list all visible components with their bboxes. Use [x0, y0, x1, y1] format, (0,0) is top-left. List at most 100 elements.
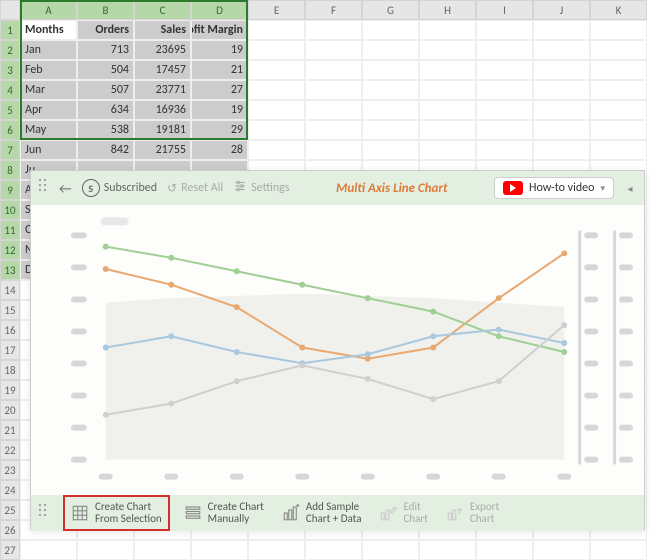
cell[interactable]: 16936 [134, 100, 191, 120]
cell[interactable] [248, 540, 305, 560]
cell[interactable] [362, 40, 419, 60]
cell[interactable]: Sales [134, 20, 191, 40]
cell[interactable] [476, 80, 533, 100]
row-header[interactable]: 15 [0, 300, 20, 320]
cell[interactable] [590, 40, 647, 60]
cell[interactable] [305, 100, 362, 120]
cell[interactable] [248, 60, 305, 80]
cell[interactable]: 19 [191, 40, 248, 60]
cell[interactable]: 21755 [134, 140, 191, 160]
cell[interactable] [476, 20, 533, 40]
cell[interactable] [362, 80, 419, 100]
column-header[interactable]: F [305, 0, 362, 20]
cell[interactable]: 23695 [134, 40, 191, 60]
cell[interactable] [362, 100, 419, 120]
row-header[interactable]: 25 [0, 500, 20, 520]
cell[interactable] [305, 80, 362, 100]
cell[interactable] [419, 100, 476, 120]
column-header[interactable]: A [20, 0, 77, 20]
row-header[interactable]: 5 [0, 100, 20, 120]
cell[interactable] [419, 540, 476, 560]
cell[interactable] [419, 20, 476, 40]
cell[interactable]: 842 [77, 140, 134, 160]
cell[interactable] [533, 60, 590, 80]
cell[interactable] [590, 540, 647, 560]
column-header[interactable]: K [590, 0, 647, 20]
row-header[interactable]: 12 [0, 240, 20, 260]
cell[interactable] [533, 40, 590, 60]
cell[interactable]: 19181 [134, 120, 191, 140]
cell[interactable]: 19 [191, 100, 248, 120]
cell[interactable] [419, 60, 476, 80]
column-header[interactable]: G [362, 0, 419, 20]
cell[interactable] [476, 40, 533, 60]
row-header[interactable]: 24 [0, 480, 20, 500]
row-header[interactable]: 20 [0, 400, 20, 420]
cell[interactable] [419, 140, 476, 160]
row-header[interactable]: 26 [0, 520, 20, 540]
cell[interactable]: 17457 [134, 60, 191, 80]
create-chart-from-selection-button[interactable]: Create Chart From Selection [67, 499, 166, 527]
cell[interactable] [533, 140, 590, 160]
cell[interactable]: 27 [191, 80, 248, 100]
row-header[interactable]: 8 [0, 160, 20, 180]
row-header[interactable]: 23 [0, 460, 20, 480]
column-header[interactable]: C [134, 0, 191, 20]
cell[interactable]: 634 [77, 100, 134, 120]
row-header[interactable]: 17 [0, 340, 20, 360]
cell[interactable]: 21 [191, 60, 248, 80]
cell[interactable] [77, 540, 134, 560]
cell[interactable] [419, 80, 476, 100]
cell[interactable] [476, 120, 533, 140]
row-header[interactable]: 21 [0, 420, 20, 440]
column-header[interactable]: D [191, 0, 248, 20]
row-header[interactable]: 18 [0, 360, 20, 380]
cell[interactable] [533, 540, 590, 560]
settings-button[interactable]: Settings [233, 179, 289, 197]
column-header[interactable]: B [77, 0, 134, 20]
cell[interactable]: Feb [20, 60, 77, 80]
cell[interactable]: Jun [20, 140, 77, 160]
cell[interactable] [533, 120, 590, 140]
row-header[interactable]: 13 [0, 260, 20, 280]
cell[interactable]: 538 [77, 120, 134, 140]
cell[interactable] [362, 120, 419, 140]
cell[interactable] [362, 540, 419, 560]
subscribed-button[interactable]: S Subscribed [82, 179, 157, 197]
cell[interactable] [419, 40, 476, 60]
cell[interactable] [248, 40, 305, 60]
row-header[interactable]: 7 [0, 140, 20, 160]
cell[interactable] [305, 140, 362, 160]
cell[interactable] [476, 540, 533, 560]
cell[interactable] [305, 120, 362, 140]
row-header[interactable]: 4 [0, 80, 20, 100]
cell[interactable]: 28 [191, 140, 248, 160]
cell[interactable] [476, 60, 533, 80]
collapse-icon[interactable]: ◂ [624, 182, 636, 195]
cell[interactable] [248, 140, 305, 160]
row-header[interactable]: 2 [0, 40, 20, 60]
row-header[interactable]: 1 [0, 20, 20, 40]
cell[interactable] [248, 80, 305, 100]
cell[interactable] [248, 100, 305, 120]
cell[interactable] [533, 100, 590, 120]
cell[interactable]: 23771 [134, 80, 191, 100]
cell[interactable] [305, 60, 362, 80]
cell[interactable] [533, 20, 590, 40]
cell[interactable] [305, 40, 362, 60]
cell[interactable] [305, 540, 362, 560]
edit-chart-button[interactable]: Edit Chart [379, 501, 427, 525]
row-header[interactable]: 14 [0, 280, 20, 300]
cell[interactable] [419, 120, 476, 140]
row-header[interactable]: 9 [0, 180, 20, 200]
row-header[interactable]: 3 [0, 60, 20, 80]
cell[interactable]: May [20, 120, 77, 140]
drag-handle-icon[interactable] [39, 179, 49, 197]
cell[interactable]: Months [20, 20, 77, 40]
row-header[interactable]: 11 [0, 220, 20, 240]
cell[interactable] [362, 20, 419, 40]
cell[interactable] [590, 80, 647, 100]
cell[interactable] [590, 140, 647, 160]
row-header[interactable]: 19 [0, 380, 20, 400]
export-chart-button[interactable]: Export Chart [446, 501, 499, 525]
